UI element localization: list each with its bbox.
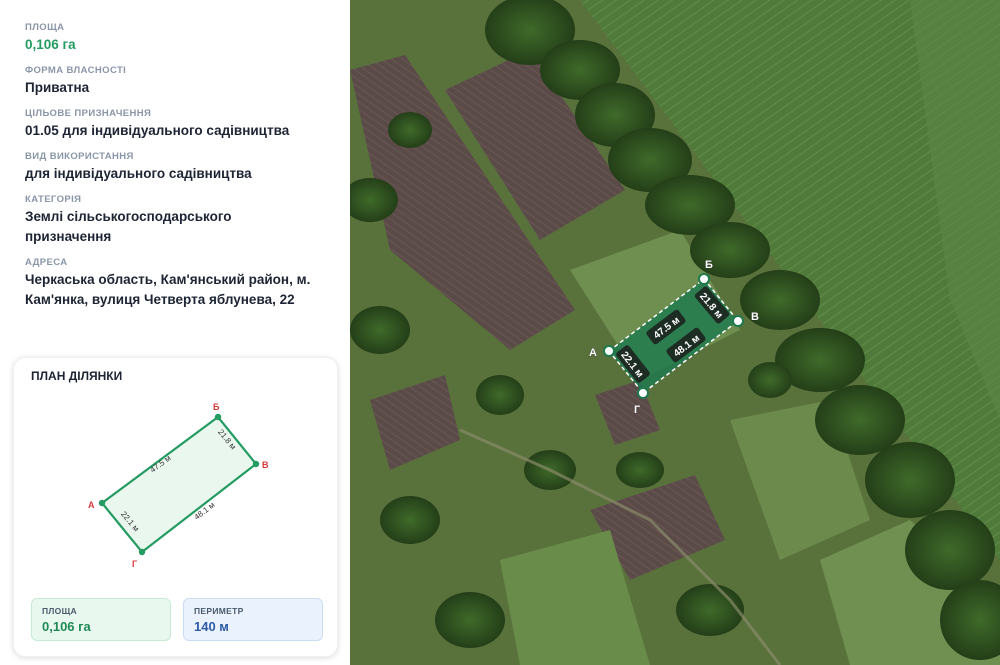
map-vertex-v[interactable] xyxy=(732,315,744,327)
address-value: Черкаська область, Кам'янський район, м.… xyxy=(25,270,310,310)
address-label: АДРЕСА xyxy=(25,257,68,268)
map-vertex-b-label: Б xyxy=(705,259,713,271)
plan-vertex-g-label: Г xyxy=(132,559,137,569)
plan-vertex-g xyxy=(138,548,146,556)
satellite-map[interactable]: 47.5 м 21.8 м 48.1 м 22.1 м А Б В Г xyxy=(350,0,1000,665)
parcel-plan-diagram: А Б В Г 47.5 м 21.8 м 48.1 м 22.1 м xyxy=(88,402,269,569)
map-vertex-g-label: Г xyxy=(634,404,641,416)
usage-value: для індивідуального садівництва xyxy=(25,166,252,181)
plan-perimeter-box: ПЕРИМЕТР 140 м xyxy=(183,598,323,641)
map-vertex-b[interactable] xyxy=(698,273,710,285)
plan-perimeter-label: ПЕРИМЕТР xyxy=(194,606,244,616)
purpose-label: ЦІЛЬОВЕ ПРИЗНАЧЕННЯ xyxy=(25,108,152,119)
usage-field: ВИД ВИКОРИСТАННЯ для індивідуального сад… xyxy=(25,151,252,184)
map-vertex-a[interactable] xyxy=(603,345,615,357)
category-line-2: призначення xyxy=(25,229,112,244)
plan-area-box: ПЛОЩА 0,106 га xyxy=(31,598,171,641)
category-field: КАТЕГОРІЯ Землі сільськогосподарського п… xyxy=(25,194,232,247)
ownership-value: Приватна xyxy=(25,80,90,95)
plan-vertex-a-label: А xyxy=(88,500,95,510)
map-vertex-v-label: В xyxy=(751,311,759,323)
purpose-field: ЦІЛЬОВЕ ПРИЗНАЧЕННЯ 01.05 для індивідуал… xyxy=(25,108,289,141)
area-label: ПЛОЩА xyxy=(25,22,65,33)
address-line-1: Черкаська область, Кам'янський район, м. xyxy=(25,272,311,287)
plan-parcel-shape xyxy=(100,415,258,554)
ownership-field: ФОРМА ВЛАСНОСТІ Приватна xyxy=(25,65,126,98)
category-label: КАТЕГОРІЯ xyxy=(25,194,82,205)
map-vertex-a-label: А xyxy=(589,347,597,359)
map-vertex-g[interactable] xyxy=(637,387,649,399)
area-field: ПЛОЩА 0,106 га xyxy=(25,22,76,55)
parcel-info-sidebar: ПЛОЩА 0,106 га ФОРМА ВЛАСНОСТІ Приватна … xyxy=(0,0,350,665)
plan-vertex-b-label: Б xyxy=(213,402,220,412)
plan-title: ПЛАН ДІЛЯНКИ xyxy=(31,369,123,383)
address-field: АДРЕСА Черкаська область, Кам'янський ра… xyxy=(25,257,310,310)
plan-perimeter-value: 140 м xyxy=(194,619,229,634)
plan-vertex-v-label: В xyxy=(262,460,269,470)
purpose-value: 01.05 для індивідуального садівництва xyxy=(25,123,290,138)
plan-vertex-a xyxy=(98,499,106,507)
ownership-label: ФОРМА ВЛАСНОСТІ xyxy=(25,65,127,76)
category-line-1: Землі сільськогосподарського xyxy=(25,209,232,224)
plan-vertex-v xyxy=(252,460,260,468)
category-value: Землі сільськогосподарського призначення xyxy=(25,207,232,247)
address-line-2: Кам'янка, вулиця Четверта яблунева, 22 xyxy=(25,292,295,307)
plan-area-value: 0,106 га xyxy=(42,619,91,634)
parcel-plan-card: А Б В Г 47.5 м 21.8 м 48.1 м 22.1 м ПЛАН… xyxy=(13,357,338,657)
area-value: 0,106 га xyxy=(25,37,76,52)
plan-vertex-b xyxy=(214,413,222,421)
usage-label: ВИД ВИКОРИСТАННЯ xyxy=(25,151,134,162)
satellite-imagery[interactable]: 47.5 м 21.8 м 48.1 м 22.1 м А Б В Г xyxy=(350,0,1000,665)
plan-area-label: ПЛОЩА xyxy=(42,606,77,616)
